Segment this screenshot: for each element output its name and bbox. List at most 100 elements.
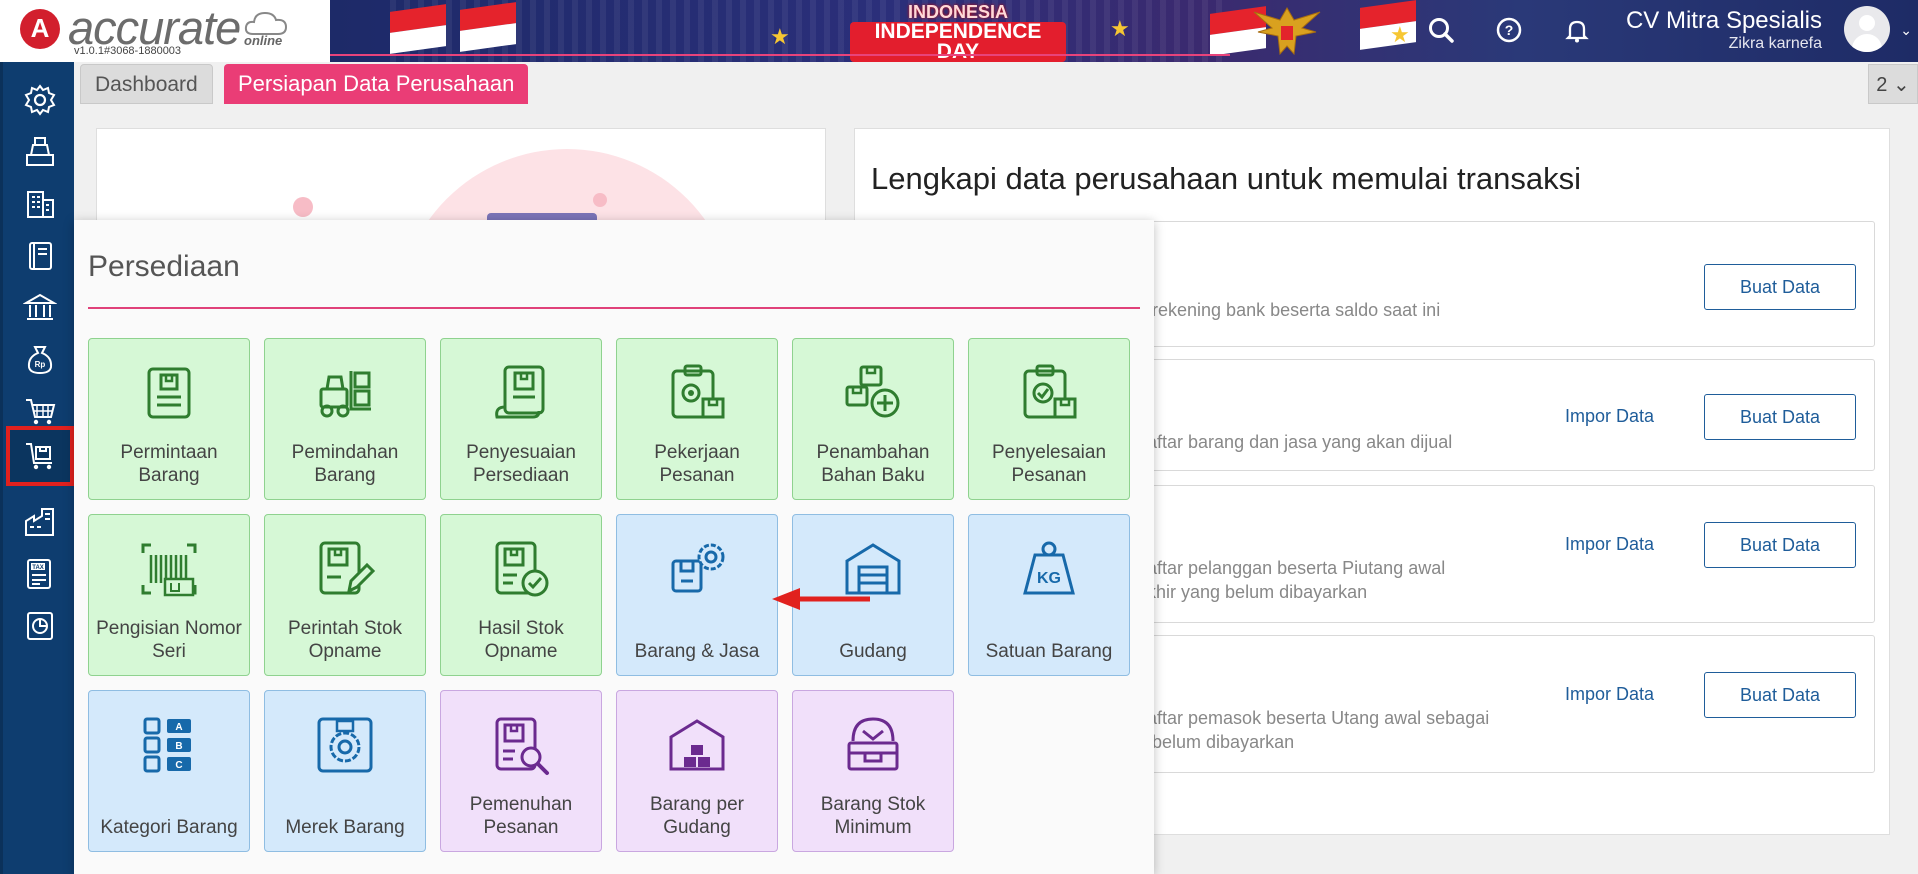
top-header: ★ ★ ★ INDONESIA INDEPENDENCE DAY A accur… bbox=[0, 0, 1918, 62]
tile-label: Pengisian Nomor Seri bbox=[96, 618, 242, 662]
page-title: Lengkapi data perusahaan untuk memulai t… bbox=[871, 161, 1582, 196]
money-bag-icon: Rp bbox=[27, 346, 53, 375]
menu-title: Persediaan bbox=[88, 250, 240, 283]
sidebar-item-ledger[interactable] bbox=[6, 226, 74, 286]
tile-pemenuhan-pesanan[interactable]: Pemenuhan Pesanan bbox=[440, 690, 602, 852]
tile-barang-stok-minimum[interactable]: Barang Stok Minimum bbox=[792, 690, 954, 852]
tile-barang-per-gudang[interactable]: Barang per Gudang bbox=[616, 690, 778, 852]
chevron-down-icon: ⌄ bbox=[1892, 74, 1910, 96]
garuda-emblem-icon bbox=[1253, 7, 1321, 56]
boxes-plus-icon bbox=[845, 365, 900, 418]
star-icon: ★ bbox=[1110, 16, 1130, 41]
sidebar-item-manufacture[interactable] bbox=[6, 492, 74, 552]
tile-penyesuaian-persediaan[interactable]: Penyesuaian Persediaan bbox=[440, 338, 602, 500]
sidebar-item-bank[interactable] bbox=[6, 278, 74, 338]
svg-text:Rp: Rp bbox=[35, 360, 46, 369]
sidebar-item-money[interactable]: Rp bbox=[6, 330, 74, 390]
task-description: n rekening bank beserta saldo saat ini bbox=[1137, 300, 1441, 320]
buat-data-button[interactable]: Buat Data bbox=[1704, 672, 1856, 718]
tab-persiapan-data[interactable]: Persiapan Data Perusahaan bbox=[224, 64, 529, 104]
tile-label: Barang Stok Minimum bbox=[820, 794, 926, 838]
tile-label: Barang per Gudang bbox=[649, 794, 744, 838]
chevron-down-icon[interactable]: ⌄ bbox=[1900, 22, 1912, 39]
buat-data-button[interactable]: Buat Data bbox=[1704, 394, 1856, 440]
sidebar-item-tax[interactable]: TAX bbox=[6, 544, 74, 604]
tab-count-dropdown[interactable]: 2 ⌄ bbox=[1868, 64, 1918, 104]
banner-pattern bbox=[390, 0, 1230, 62]
tile-pengisian-nomor-seri[interactable]: Pengisian Nomor Seri bbox=[88, 514, 250, 676]
star-icon: ★ bbox=[770, 24, 790, 49]
ledger-book-icon bbox=[29, 242, 52, 270]
logo-area[interactable]: A accurate online v1.0.1#3068-1880003 bbox=[0, 0, 330, 62]
tile-label: Penyelesaian Pesanan bbox=[991, 442, 1107, 486]
doc-pencil-icon bbox=[319, 541, 376, 595]
tile-label: Penyesuaian Persediaan bbox=[466, 442, 576, 486]
buat-data-button[interactable]: Buat Data bbox=[1704, 264, 1856, 310]
flag-icon bbox=[390, 4, 446, 54]
box-gear-icon bbox=[671, 543, 725, 593]
sidebar-item-inventory[interactable] bbox=[6, 426, 74, 486]
tile-label: Merek Barang bbox=[285, 817, 405, 838]
doc-search-icon bbox=[495, 717, 549, 775]
tile-penyelesaian-pesanan[interactable]: Penyelesaian Pesanan bbox=[968, 338, 1130, 500]
tile-label: Penambahan Bahan Baku bbox=[816, 442, 930, 486]
search-icon[interactable] bbox=[1426, 15, 1456, 45]
tile-label: Hasil Stok Opname bbox=[478, 618, 564, 662]
tile-label: Pemenuhan Pesanan bbox=[469, 794, 573, 838]
gear-icon bbox=[24, 84, 56, 116]
tile-satuan-barang[interactable]: KG Satuan Barang bbox=[968, 514, 1130, 676]
impor-data-link[interactable]: Impor Data bbox=[1565, 684, 1654, 705]
tile-hasil-stok-opname[interactable]: Hasil Stok Opname bbox=[440, 514, 602, 676]
tax-document-icon: TAX bbox=[27, 559, 51, 589]
buat-data-button[interactable]: Buat Data bbox=[1704, 522, 1856, 568]
tab-count: 2 bbox=[1876, 74, 1888, 96]
svg-text:KG: KG bbox=[1037, 570, 1061, 587]
illustration-dot bbox=[293, 197, 313, 217]
star-icon: ★ bbox=[1390, 22, 1410, 47]
cashier-icon bbox=[26, 137, 54, 166]
tile-pemindahan-barang[interactable]: Pemindahan Barang bbox=[264, 338, 426, 500]
company-info[interactable]: CV Mitra Spesialis Zikra karnefa bbox=[1626, 8, 1822, 54]
tile-label: Barang & Jasa bbox=[634, 641, 760, 662]
avatar-body bbox=[1852, 34, 1882, 52]
tile-permintaan-barang[interactable]: Permintaan Barang bbox=[88, 338, 250, 500]
tile-kategori-barang[interactable]: ABC Kategori Barang bbox=[88, 690, 250, 852]
inventory-cart-icon bbox=[26, 443, 52, 470]
avatar[interactable] bbox=[1844, 6, 1890, 52]
avatar-head bbox=[1859, 15, 1875, 31]
tile-label: Kategori Barang bbox=[100, 817, 238, 838]
banner-line1: INDONESIA bbox=[907, 2, 1008, 22]
sidebar-item-company[interactable] bbox=[6, 174, 74, 234]
shopping-cart-icon bbox=[26, 399, 56, 425]
barcode-icon bbox=[141, 543, 197, 597]
accurate-logo-icon: A bbox=[20, 9, 60, 49]
user-name: Zikra karnefa bbox=[1728, 35, 1822, 52]
tile-penambahan-bahan-baku[interactable]: Penambahan Bahan Baku bbox=[792, 338, 954, 500]
tab-dashboard[interactable]: Dashboard bbox=[80, 64, 213, 104]
category-list-icon: ABC bbox=[143, 717, 191, 773]
sidebar-item-settings[interactable] bbox=[6, 70, 74, 130]
clipboard-gear-icon bbox=[671, 364, 725, 419]
sidebar-item-reports[interactable] bbox=[6, 596, 74, 656]
tile-pekerjaan-pesanan[interactable]: Pekerjaan Pesanan bbox=[616, 338, 778, 500]
tile-barang-jasa[interactable]: Barang & Jasa bbox=[616, 514, 778, 676]
svg-text:C: C bbox=[175, 760, 182, 771]
warehouse-boxes-icon bbox=[669, 719, 725, 771]
box-minimum-icon bbox=[847, 717, 899, 771]
logo-online: online bbox=[244, 33, 283, 48]
sidebar-item-cashier[interactable] bbox=[6, 122, 74, 182]
banner-line2: INDEPENDENCE DAY bbox=[850, 21, 1066, 62]
tile-merek-barang[interactable]: Merek Barang bbox=[264, 690, 426, 852]
task-description: daftar pemasok beserta Utang awal sebaga… bbox=[1137, 708, 1490, 752]
task-description: daftar pelanggan beserta Piutang awal ak… bbox=[1137, 558, 1446, 602]
help-icon[interactable]: ? bbox=[1494, 15, 1524, 45]
flag-icon bbox=[460, 2, 516, 52]
task-description: daftar barang dan jasa yang akan dijual bbox=[1137, 432, 1453, 452]
tile-perintah-stok-opname[interactable]: Perintah Stok Opname bbox=[264, 514, 426, 676]
svg-text:B: B bbox=[175, 741, 182, 752]
banner-title: INDONESIA INDEPENDENCE DAY bbox=[850, 2, 1066, 62]
impor-data-link[interactable]: Impor Data bbox=[1565, 406, 1654, 427]
adjust-doc-icon bbox=[495, 365, 545, 419]
impor-data-link[interactable]: Impor Data bbox=[1565, 534, 1654, 555]
bell-icon[interactable] bbox=[1562, 15, 1592, 45]
